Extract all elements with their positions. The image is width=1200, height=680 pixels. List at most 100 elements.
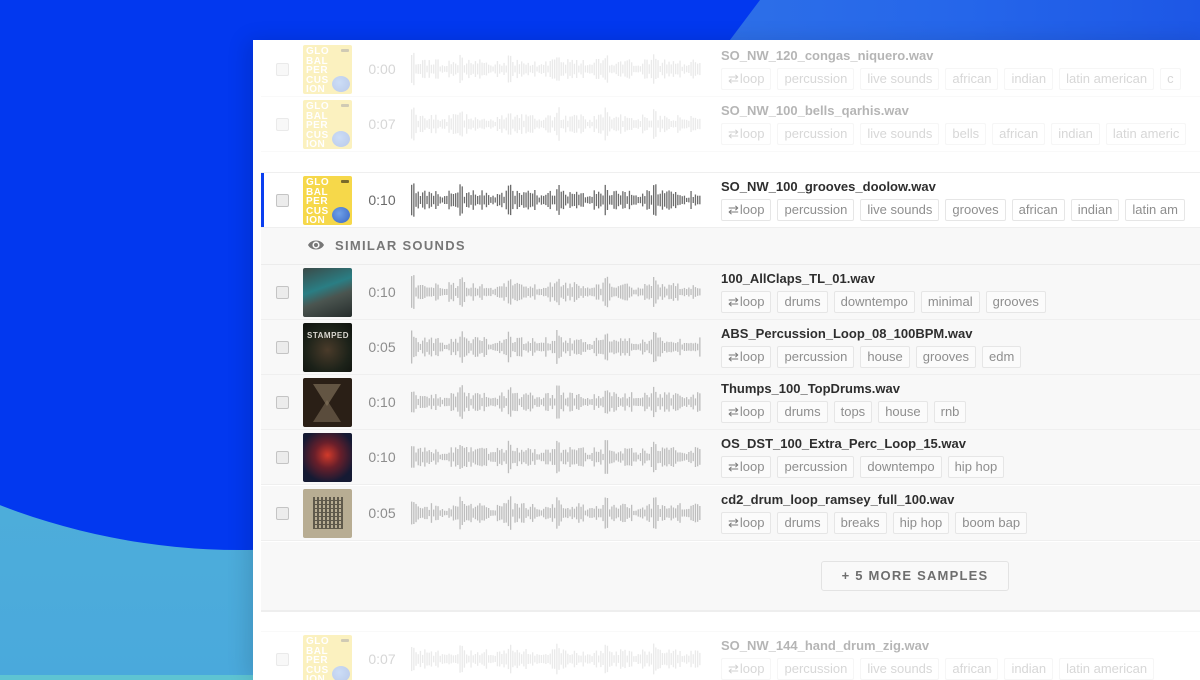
similar-sample-row[interactable]: 0:10 Thumps_100_TopDrums.wav ⇄loop drums t… (261, 375, 1200, 430)
tag[interactable]: african (1011, 199, 1065, 221)
tag[interactable]: grooves (915, 346, 977, 368)
tag[interactable]: latin american (1059, 68, 1155, 90)
tag[interactable]: hip hop (892, 512, 950, 534)
more-samples-button[interactable]: + 5 MORE SAMPLES (821, 561, 1009, 591)
tag[interactable]: african (992, 123, 1046, 145)
sample-filename[interactable]: SO_NW_120_congas_niquero.wav (721, 46, 1200, 66)
tag-loop[interactable]: ⇄loop (721, 291, 772, 313)
tag[interactable]: indian (1004, 658, 1054, 680)
tag-loop[interactable]: ⇄loop (721, 346, 772, 368)
waveform[interactable] (411, 51, 703, 87)
waveform[interactable] (411, 182, 703, 218)
tag[interactable]: house (878, 401, 928, 423)
sample-checkbox[interactable] (276, 507, 289, 520)
waveform[interactable] (411, 329, 703, 365)
tag[interactable]: percussion (777, 456, 855, 478)
tag[interactable]: percussion (777, 68, 855, 90)
tag[interactable]: live sounds (860, 658, 940, 680)
similar-sample-row[interactable]: STAMPED 0:05 ABS_Percussion_Loop_08_100B… (261, 320, 1200, 375)
tag[interactable]: live sounds (860, 123, 940, 145)
tag[interactable]: downtempo (833, 291, 915, 313)
tag[interactable]: live sounds (860, 68, 940, 90)
waveform-bar (415, 452, 417, 462)
waveform-bar (426, 120, 428, 128)
waveform-bar (615, 453, 617, 461)
sample-row[interactable]: GLO BAL PER CUS ION 0:07 SO_NW_100_bells… (261, 97, 1200, 152)
tag[interactable]: breaks (833, 512, 887, 534)
waveform-bar (538, 119, 540, 129)
sample-filename[interactable]: SO_NW_100_bells_qarhis.wav (721, 101, 1200, 121)
sample-checkbox[interactable] (276, 63, 289, 76)
waveform[interactable] (411, 439, 703, 475)
tag[interactable]: c (1160, 68, 1181, 90)
tag[interactable]: grooves (945, 199, 1006, 221)
tag[interactable]: latin american (1059, 658, 1155, 680)
tag[interactable]: indian (1051, 123, 1100, 145)
waveform-bar (450, 118, 452, 130)
sample-checkbox[interactable] (276, 286, 289, 299)
tag-loop[interactable]: ⇄loop (721, 658, 772, 680)
tag[interactable]: indian (1070, 199, 1120, 221)
sample-filename[interactable]: SO_NW_100_grooves_doolow.wav (721, 177, 1200, 197)
tag-loop[interactable]: ⇄loop (721, 512, 772, 534)
sample-filename[interactable]: cd2_drum_loop_ramsey_full_100.wav (721, 490, 1200, 510)
waveform-bar (646, 285, 648, 299)
sample-filename[interactable]: SO_NW_144_hand_drum_zig.wav (721, 636, 1200, 656)
tag[interactable]: latin americ (1105, 123, 1187, 145)
tag[interactable]: hip hop (947, 456, 1005, 478)
tag-loop[interactable]: ⇄loop (721, 456, 772, 478)
tag[interactable]: percussion (777, 199, 855, 221)
waveform[interactable] (411, 274, 703, 310)
tag-loop[interactable]: ⇄loop (721, 199, 772, 221)
tag[interactable]: latin am (1125, 199, 1185, 221)
waveform-bar (424, 337, 426, 357)
sample-checkbox[interactable] (276, 341, 289, 354)
sample-checkbox[interactable] (276, 194, 289, 207)
tag[interactable]: percussion (777, 346, 855, 368)
waveform-bar (455, 193, 457, 207)
tag[interactable]: house (860, 346, 910, 368)
sample-filename[interactable]: Thumps_100_TopDrums.wav (721, 379, 1200, 399)
tag[interactable]: edm (982, 346, 1022, 368)
tag[interactable]: indian (1004, 68, 1054, 90)
tag[interactable]: bells (945, 123, 987, 145)
sample-checkbox[interactable] (276, 118, 289, 131)
tag[interactable]: boom bap (955, 512, 1028, 534)
tag[interactable]: percussion (777, 123, 855, 145)
sample-row[interactable]: GLO BAL PER CUS ION 0:00 SO_NW_120_conga… (261, 42, 1200, 97)
waveform[interactable] (411, 641, 703, 677)
sample-checkbox[interactable] (276, 451, 289, 464)
tag[interactable]: drums (777, 401, 828, 423)
sample-filename[interactable]: 100_AllClaps_TL_01.wav (721, 269, 1200, 289)
sample-checkbox[interactable] (276, 653, 289, 666)
tag[interactable]: tops (833, 401, 873, 423)
waveform[interactable] (411, 495, 703, 531)
tag[interactable]: downtempo (860, 456, 942, 478)
tag[interactable]: african (945, 658, 999, 680)
tag[interactable]: percussion (777, 658, 855, 680)
sample-row[interactable]: GLO BAL PER CUS ION 0:07 SO_NW_144_hand_… (261, 631, 1200, 680)
similar-sample-row[interactable]: 0:10 OS_DST_100_Extra_Perc_Loop_15.wav ⇄… (261, 430, 1200, 485)
tag[interactable]: rnb (933, 401, 967, 423)
sample-filename[interactable]: ABS_Percussion_Loop_08_100BPM.wav (721, 324, 1200, 344)
waveform-bar (430, 193, 433, 207)
tag-loop[interactable]: ⇄loop (721, 123, 772, 145)
sample-checkbox[interactable] (276, 396, 289, 409)
waveform-bar (422, 508, 424, 518)
similar-sample-row[interactable]: 0:05 cd2_drum_loop_ramsey_full_100.wav ⇄… (261, 486, 1200, 541)
waveform[interactable] (411, 106, 703, 142)
tag[interactable]: live sounds (860, 199, 940, 221)
tag[interactable]: african (945, 68, 999, 90)
tag-loop[interactable]: ⇄loop (721, 401, 772, 423)
tag[interactable]: minimal (920, 291, 980, 313)
tag-loop[interactable]: ⇄loop (721, 68, 772, 90)
sample-filename[interactable]: OS_DST_100_Extra_Perc_Loop_15.wav (721, 434, 1200, 454)
similar-sample-row[interactable]: 0:10 100_AllClaps_TL_01.wav ⇄loop drums do… (261, 265, 1200, 320)
waveform-bar (481, 190, 483, 210)
waveform[interactable] (411, 384, 703, 420)
waveform-bar (591, 64, 593, 74)
tag[interactable]: grooves (985, 291, 1046, 313)
tag[interactable]: drums (777, 512, 828, 534)
tag[interactable]: drums (777, 291, 828, 313)
sample-row-active[interactable]: GLO BAL PER CUS ION 0:10 SO_NW_100_groov… (261, 172, 1200, 228)
